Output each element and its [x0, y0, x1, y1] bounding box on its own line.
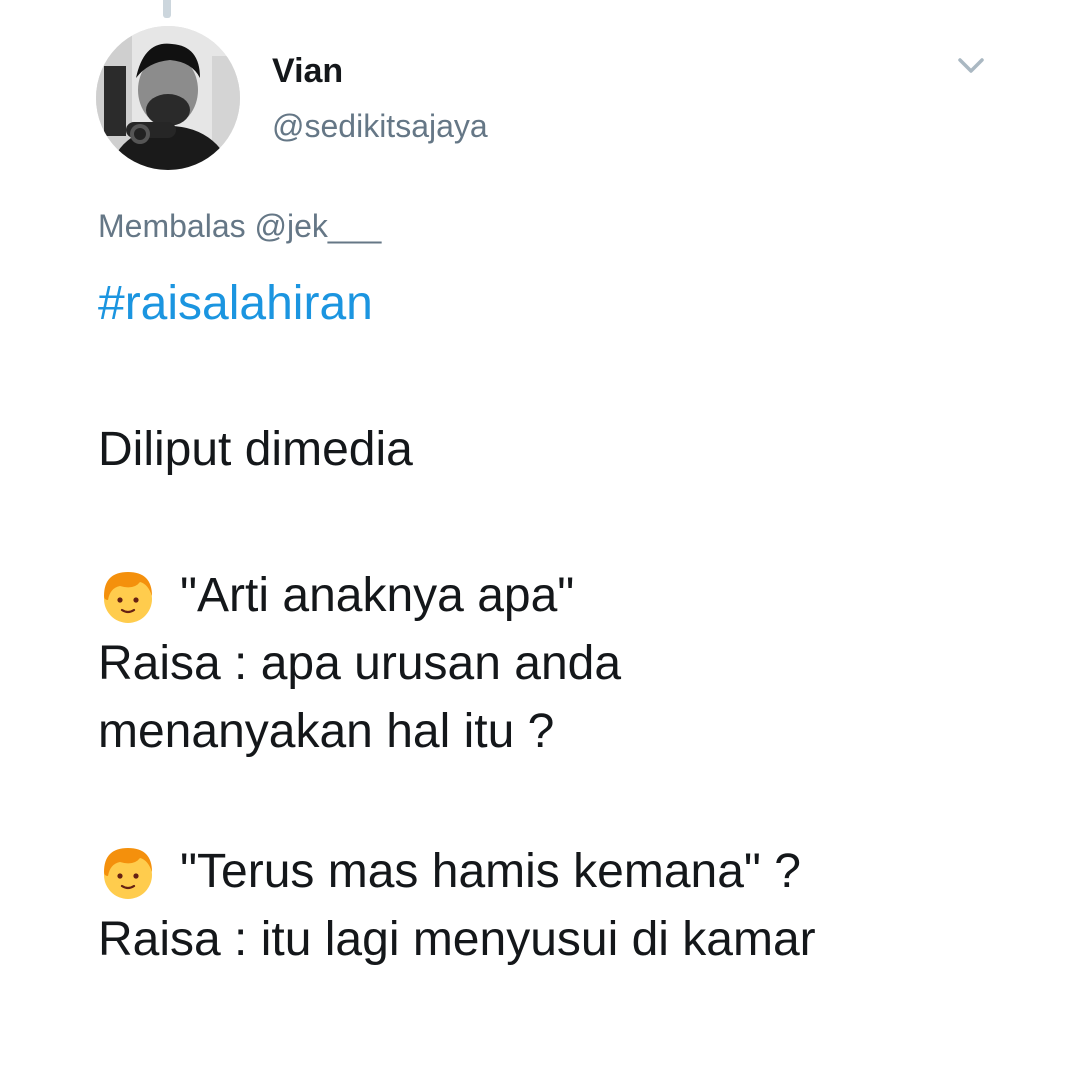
boy-face-emoji-icon — [104, 572, 152, 623]
display-name[interactable]: Vian — [272, 52, 343, 91]
tweet-text: #raisalahiran Diliput dimedia "Arti anak… — [98, 270, 1048, 974]
user-handle[interactable]: @sedikitsajaya — [272, 108, 488, 145]
tweet-line-question-1: "Arti anaknya apa" — [180, 569, 575, 622]
tweet-line-answer-2: Raisa : itu lagi menyusui di kamar — [98, 913, 816, 966]
hashtag-link[interactable]: #raisalahiran — [98, 270, 373, 338]
tweet-line-intro: Diliput dimedia — [98, 423, 413, 476]
thread-connector-line — [163, 0, 171, 18]
avatar[interactable] — [96, 26, 240, 170]
boy-face-emoji-icon — [104, 848, 152, 899]
tweet-line-answer-1a: Raisa : apa urusan anda — [98, 637, 622, 690]
reply-prefix: Membalas — [98, 208, 246, 244]
reply-context: Membalas @jek___ — [98, 208, 381, 245]
chevron-down-icon[interactable] — [954, 50, 988, 80]
tweet-line-question-2: "Terus mas hamis kemana" ? — [180, 845, 801, 898]
profile-photo-icon — [96, 26, 240, 170]
reply-mention-link[interactable]: @jek___ — [255, 208, 382, 244]
tweet-line-answer-1b: menanyakan hal itu ? — [98, 705, 555, 758]
